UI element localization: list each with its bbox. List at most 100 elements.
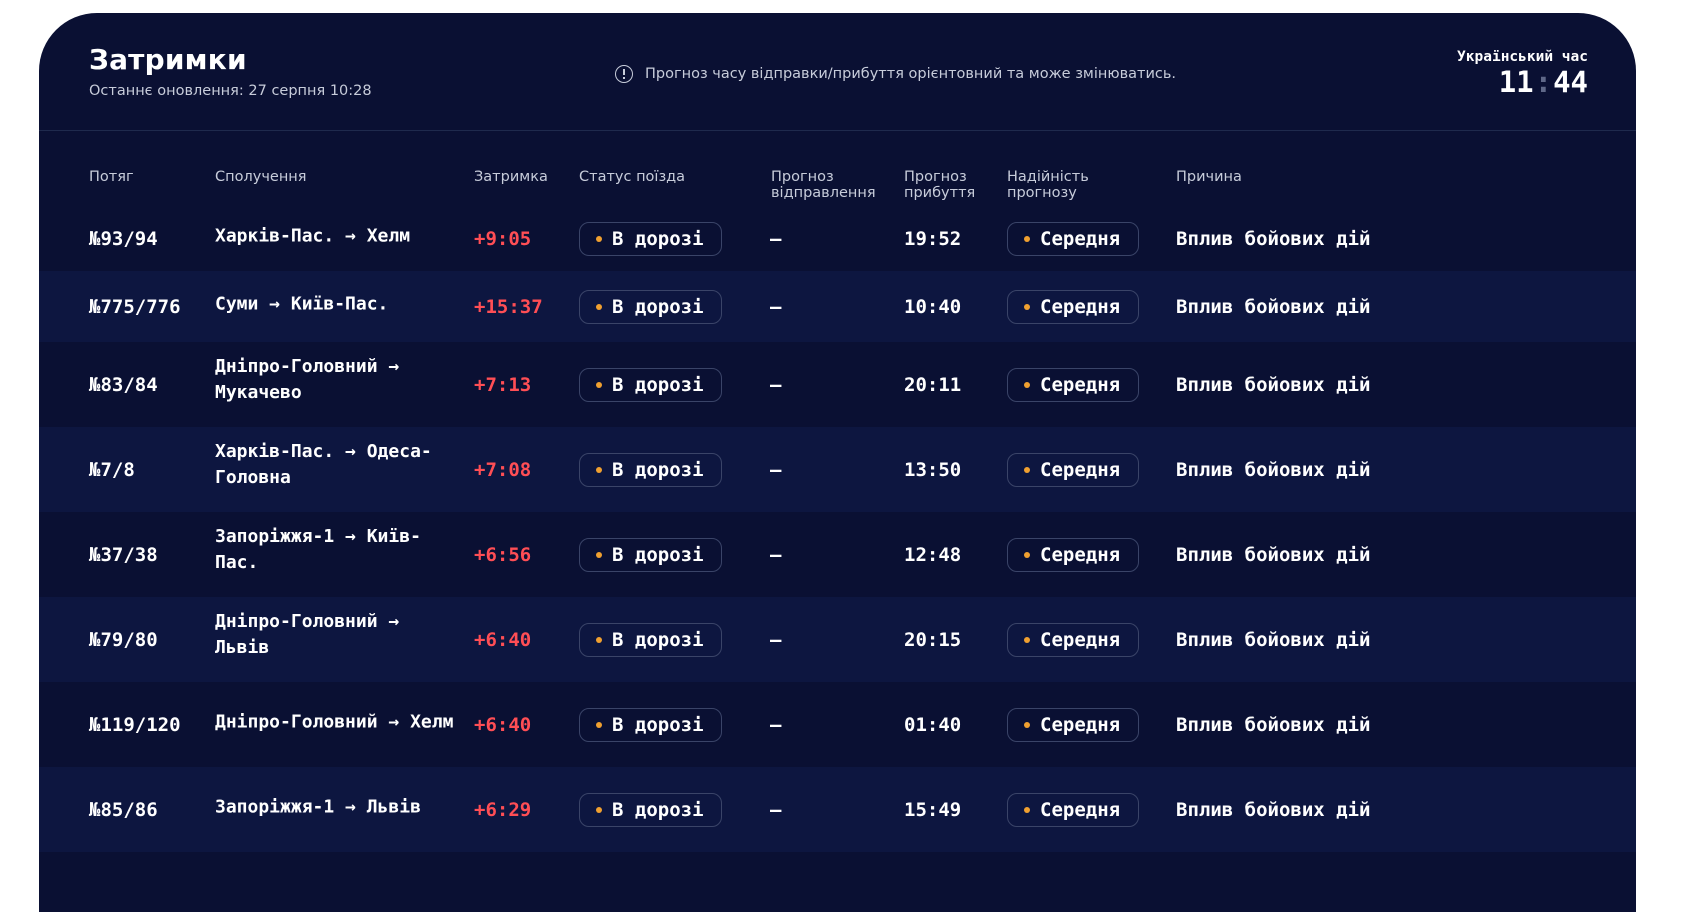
train-route: Дніпро-Головний → Хелм	[215, 710, 454, 732]
status-text: В дорозі	[612, 295, 704, 318]
departure-forecast: —	[770, 295, 782, 318]
reliability-text: Середня	[1040, 713, 1121, 736]
clock-hours: 11	[1498, 65, 1534, 99]
page-title: Затримки	[89, 43, 247, 76]
table-row[interactable]: №83/84 Дніпро-Головний → Мукачево +7:13 В д…	[39, 342, 1636, 427]
train-route: Запоріжжя-1 → Київ-Пас.	[215, 525, 421, 573]
status-dot-icon	[596, 636, 602, 643]
reliability-dot-icon	[1024, 303, 1030, 310]
clock-time: 11:44	[1457, 65, 1588, 99]
departure-forecast: —	[770, 543, 782, 566]
forecast-notice: Прогноз часу відправки/прибуття орієнтов…	[615, 65, 1176, 83]
reliability-badge: Середня	[1007, 367, 1139, 402]
status-text: В дорозі	[612, 543, 704, 566]
delay-value: +6:56	[474, 543, 532, 566]
reliability-text: Середня	[1040, 295, 1121, 318]
status-text: В дорозі	[612, 228, 704, 250]
train-route: Дніпро-Головний → Львів	[215, 610, 400, 658]
arrival-forecast: 13:50	[904, 458, 962, 481]
reliability-dot-icon	[1024, 721, 1030, 728]
reliability-text: Середня	[1040, 628, 1121, 651]
reliability-dot-icon	[1024, 636, 1030, 643]
column-header-reliability: Надійність прогнозу	[1007, 169, 1089, 201]
delay-reason: Вплив бойових дій	[1176, 228, 1371, 250]
arrival-forecast: 12:48	[904, 543, 962, 566]
column-header-reason: Причина	[1176, 169, 1242, 185]
reliability-text: Середня	[1040, 228, 1121, 250]
board-header: Затримки Останнє оновлення: 27 серпня 10…	[39, 13, 1636, 131]
arrival-forecast: 10:40	[904, 295, 962, 318]
column-header-delay: Затримка	[474, 169, 548, 185]
train-number: №37/38	[89, 543, 158, 566]
delay-value: +6:40	[474, 628, 532, 651]
reliability-dot-icon	[1024, 466, 1030, 473]
delay-value: +6:40	[474, 713, 532, 736]
delay-reason: Вплив бойових дій	[1176, 458, 1371, 481]
status-dot-icon	[596, 381, 602, 388]
status-dot-icon	[596, 806, 602, 813]
status-dot-icon	[596, 466, 602, 473]
status-text: В дорозі	[612, 373, 704, 396]
reliability-dot-icon	[1024, 236, 1030, 242]
status-badge: В дорозі	[579, 622, 722, 657]
departure-forecast: —	[770, 713, 782, 736]
status-badge: В дорозі	[579, 452, 722, 487]
table-row[interactable]: №37/38 Запоріжжя-1 → Київ-Пас. +6:56 В доро…	[39, 512, 1636, 597]
departure-forecast: —	[770, 458, 782, 481]
reliability-badge: Середня	[1007, 289, 1139, 324]
last-updated: Останнє оновлення: 27 серпня 10:28	[89, 83, 372, 99]
column-header-status: Статус поїзда	[579, 169, 686, 185]
status-badge: В дорозі	[579, 289, 722, 324]
train-route: Харків-Пас. → Хелм	[215, 225, 411, 247]
delay-value: +7:08	[474, 458, 532, 481]
train-number: №93/94	[89, 228, 158, 250]
column-header-departure-forecast: Прогноз відправлення	[771, 169, 876, 201]
delay-value: +9:05	[474, 228, 532, 250]
train-number: №83/84	[89, 373, 158, 396]
departure-forecast: —	[770, 228, 782, 250]
column-header-route: Сполучення	[215, 169, 307, 185]
column-header-train: Потяг	[89, 169, 134, 185]
reliability-dot-icon	[1024, 806, 1030, 813]
reliability-badge: Середня	[1007, 792, 1139, 827]
delays-board: Затримки Останнє оновлення: 27 серпня 10…	[39, 13, 1636, 912]
delay-reason: Вплив бойових дій	[1176, 373, 1371, 396]
table-row[interactable]: №7/8 Харків-Пас. → Одеса-Головна +7:08 В до…	[39, 427, 1636, 512]
status-badge: В дорозі	[579, 367, 722, 402]
train-number: №79/80	[89, 628, 158, 651]
train-route: Суми → Київ-Пас.	[215, 292, 389, 314]
delay-reason: Вплив бойових дій	[1176, 543, 1371, 566]
table-row[interactable]: №85/86 Запоріжжя-1 → Львів +6:29 В дорозі — 1…	[39, 767, 1636, 852]
table-row[interactable]: №93/94 Харків-Пас. → Хелм +9:05 В дорозі — 19…	[39, 207, 1636, 271]
info-icon	[615, 65, 633, 83]
clock-label: Український час	[1457, 49, 1588, 65]
departure-forecast: —	[770, 373, 782, 396]
train-route: Запоріжжя-1 → Львів	[215, 795, 421, 817]
status-badge: В дорозі	[579, 537, 722, 572]
table-row[interactable]: №775/776 Суми → Київ-Пас. +15:37 В дорозі — 1…	[39, 271, 1636, 342]
delay-reason: Вплив бойових дій	[1176, 798, 1371, 821]
column-header-arrival-forecast: Прогноз прибуття	[904, 169, 976, 201]
reliability-dot-icon	[1024, 381, 1030, 388]
status-badge: В дорозі	[579, 792, 722, 827]
delay-value: +7:13	[474, 373, 532, 396]
status-dot-icon	[596, 551, 602, 558]
train-number: №775/776	[89, 295, 181, 318]
delay-value: +15:37	[474, 295, 543, 318]
reliability-dot-icon	[1024, 551, 1030, 558]
reliability-badge: Середня	[1007, 537, 1139, 572]
table-row[interactable]: №119/120 Дніпро-Головний → Хелм +6:40 В дор…	[39, 682, 1636, 767]
arrival-forecast: 20:15	[904, 628, 962, 651]
arrival-forecast: 20:11	[904, 373, 962, 396]
ukrainian-clock: Український час 11:44	[1457, 49, 1588, 99]
delay-reason: Вплив бойових дій	[1176, 713, 1371, 736]
status-dot-icon	[596, 236, 602, 242]
status-badge: В дорозі	[579, 707, 722, 742]
departure-forecast: —	[770, 628, 782, 651]
departure-forecast: —	[770, 798, 782, 821]
train-route: Харків-Пас. → Одеса-Головна	[215, 440, 432, 488]
arrival-forecast: 01:40	[904, 713, 962, 736]
reliability-text: Середня	[1040, 458, 1121, 481]
reliability-text: Середня	[1040, 543, 1121, 566]
table-row[interactable]: №79/80 Дніпро-Головний → Львів +6:40 В доро…	[39, 597, 1636, 682]
